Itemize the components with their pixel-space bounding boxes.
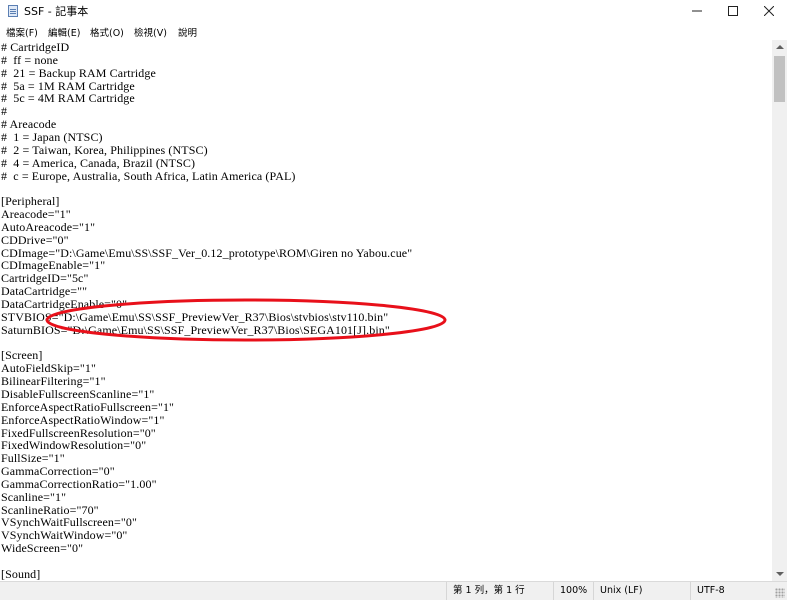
menu-edit[interactable]: 編輯(E)	[48, 25, 80, 39]
status-zoom: 100%	[560, 585, 588, 596]
menu-help[interactable]: 說明	[178, 25, 197, 39]
text-line: CDDrive="0"	[1, 232, 69, 247]
text-line: EnforceAspectRatioFullscreen="1"	[1, 399, 175, 414]
status-cursor-position: 第 1 列，第 1 行	[453, 585, 525, 596]
menu-format[interactable]: 格式(O)	[90, 25, 124, 39]
resize-grip-icon[interactable]	[775, 588, 785, 598]
maximize-icon	[728, 6, 738, 16]
scroll-down-button[interactable]	[772, 566, 787, 581]
text-line: # ff = none	[1, 52, 59, 67]
scroll-up-button[interactable]	[772, 40, 787, 55]
status-separator	[593, 582, 594, 600]
status-encoding: UTF-8	[697, 585, 725, 596]
text-line: WideScreen="0"	[1, 541, 84, 556]
text-line: AutoAreacode="1"	[1, 219, 96, 234]
text-line: [Sound]	[1, 566, 41, 581]
notepad-icon	[8, 5, 18, 17]
text-line: # 21 = Backup RAM Cartridge	[1, 65, 156, 80]
vertical-scrollbar[interactable]	[772, 40, 787, 581]
menu-bar: 檔案(F) 編輯(E) 格式(O) 檢視(V) 說明	[0, 22, 787, 40]
status-line-ending: Unix (LF)	[600, 585, 643, 596]
window-title: SSF - 記事本	[24, 5, 89, 18]
scroll-thumb[interactable]	[774, 56, 785, 102]
status-separator	[553, 582, 554, 600]
text-line: # 1 = Japan (NTSC)	[1, 129, 103, 144]
text-line: # 5c = 4M RAM Cartridge	[1, 91, 135, 106]
minimize-button[interactable]	[679, 0, 715, 22]
status-bar: 第 1 列，第 1 行 100% Unix (LF) UTF-8	[0, 581, 787, 600]
status-separator	[446, 582, 447, 600]
menu-view[interactable]: 檢視(V)	[134, 25, 167, 39]
maximize-button[interactable]	[715, 0, 751, 22]
text-line: EnforceAspectRatioWindow="1"	[1, 412, 165, 427]
title-bar: SSF - 記事本	[0, 0, 787, 22]
text-line: # 2 = Taiwan, Korea, Philippines (NTSC)	[1, 142, 208, 157]
text-line: DisableFullscreenScanline="1"	[1, 386, 155, 401]
menu-file[interactable]: 檔案(F)	[6, 25, 38, 39]
text-line: GammaCorrectionRatio="1.00"	[1, 476, 157, 491]
minimize-icon	[692, 10, 702, 12]
text-editor-area[interactable]: # CartridgeID # ff = none # 21 = Backup RA…	[0, 40, 772, 581]
close-icon	[764, 6, 774, 16]
text-line: # c = Europe, Australia, South Africa, L…	[1, 168, 296, 183]
text-line: SaturnBIOS="D:\Game\Emu\SS\SSF_PreviewVe…	[1, 322, 390, 337]
text-line: # 4 = America, Canada, Brazil (NTSC)	[1, 155, 196, 170]
status-separator	[690, 582, 691, 600]
text-line: STVBIOS="D:\Game\Emu\SS\SSF_PreviewVer_R…	[1, 309, 389, 324]
close-button[interactable]	[751, 0, 787, 22]
text-line: Scanline="1"	[1, 489, 67, 504]
